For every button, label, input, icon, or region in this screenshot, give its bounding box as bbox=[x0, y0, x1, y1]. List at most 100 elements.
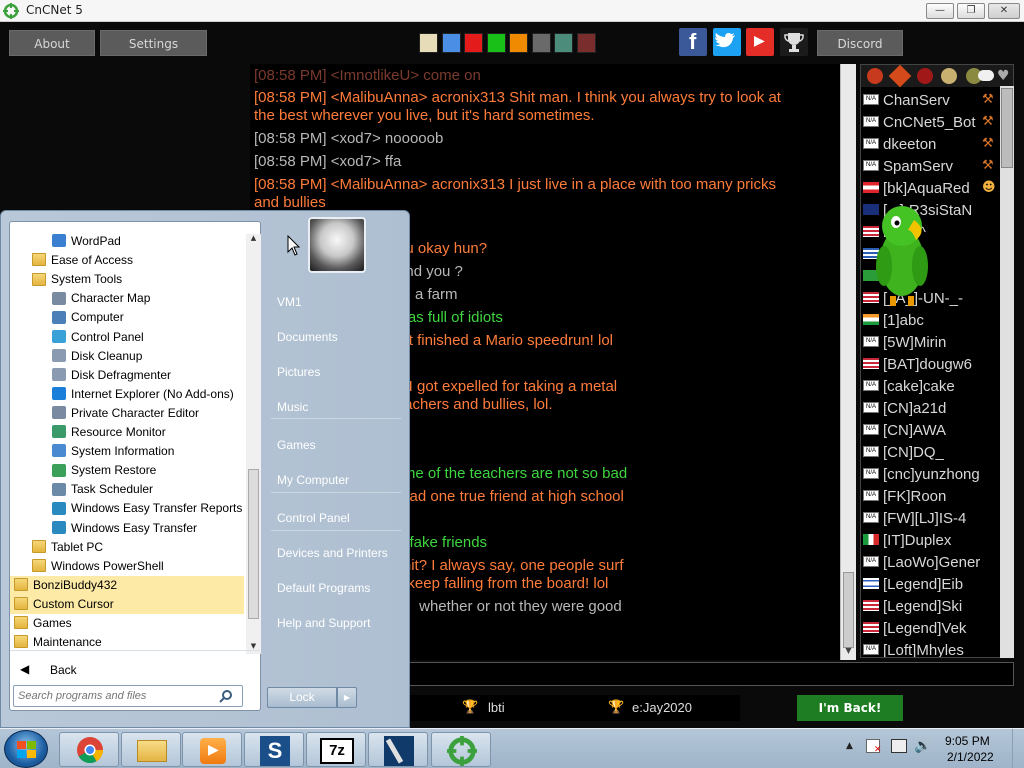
chat-scroll-thumb[interactable] bbox=[843, 572, 854, 648]
back-button[interactable]: Back bbox=[50, 663, 77, 677]
program-item[interactable]: Tablet PC bbox=[32, 538, 244, 557]
taskbar-7zip[interactable]: 7z bbox=[306, 732, 366, 767]
heart-icon[interactable]: ♥ bbox=[997, 68, 1010, 84]
program-item[interactable]: Internet Explorer (No Add-ons) bbox=[52, 385, 244, 404]
filter-ts-icon[interactable] bbox=[888, 65, 912, 88]
program-item[interactable]: WordPad bbox=[52, 232, 244, 251]
start-right-item[interactable]: Pictures bbox=[277, 365, 320, 379]
close-button[interactable]: ✕ bbox=[988, 3, 1020, 19]
about-button[interactable]: About bbox=[9, 30, 95, 56]
lock-options-button[interactable]: ▶ bbox=[337, 687, 357, 708]
user-list-item[interactable]: [IT]Duplex bbox=[863, 530, 989, 552]
program-item[interactable]: Games bbox=[14, 614, 244, 633]
programs-scrollbar[interactable]: ▲ ▼ bbox=[246, 234, 261, 654]
taskbar-s-app[interactable]: S bbox=[244, 732, 304, 767]
clock-time[interactable]: 9:05 PM bbox=[945, 734, 990, 748]
tray-expand-icon[interactable]: ▲ bbox=[846, 741, 853, 751]
twitter-icon[interactable] bbox=[713, 28, 741, 56]
program-item[interactable]: Control Panel bbox=[52, 328, 244, 347]
start-right-item[interactable]: Help and Support bbox=[277, 616, 370, 630]
facebook-icon[interactable]: f bbox=[679, 28, 707, 56]
user-list-item[interactable]: N/A [CN]a21d bbox=[863, 398, 989, 420]
youtube-icon[interactable]: ▶ bbox=[746, 28, 774, 56]
color-swatch[interactable] bbox=[531, 33, 551, 53]
program-item[interactable]: Task Scheduler bbox=[52, 480, 244, 499]
search-input[interactable] bbox=[18, 688, 214, 704]
start-right-item[interactable]: Default Programs bbox=[277, 581, 370, 595]
user-avatar[interactable] bbox=[308, 217, 366, 273]
game-host-2[interactable]: e:Jay2020 bbox=[632, 700, 692, 715]
clock-date[interactable]: 2/1/2022 bbox=[947, 750, 994, 764]
color-swatch[interactable] bbox=[441, 33, 461, 53]
program-item[interactable]: Windows Easy Transfer bbox=[52, 519, 244, 538]
program-item[interactable]: Ease of Access bbox=[32, 251, 244, 270]
filter-yr-icon[interactable] bbox=[917, 68, 933, 84]
filter-dta-icon[interactable] bbox=[941, 68, 957, 84]
user-list-item[interactable]: N/A SpamServ bbox=[863, 156, 989, 178]
taskbar-cncnet[interactable] bbox=[431, 732, 491, 767]
user-list-item[interactable]: [Legend]Vek bbox=[863, 618, 989, 640]
program-item[interactable]: Windows PowerShell bbox=[32, 557, 244, 576]
color-swatch[interactable] bbox=[554, 33, 573, 53]
taskbar-media-player[interactable]: ▶ bbox=[182, 732, 242, 767]
start-button[interactable] bbox=[4, 730, 48, 768]
program-item[interactable]: System Tools bbox=[32, 270, 244, 289]
network-icon[interactable] bbox=[891, 739, 907, 753]
user-list-item[interactable]: N/A [FK]Roon bbox=[863, 486, 989, 508]
user-list-item[interactable]: N/A [CN]AWA bbox=[863, 420, 989, 442]
user-list-item[interactable]: N/A ChanServ bbox=[863, 90, 989, 112]
chat-scrollbar[interactable]: ▼ bbox=[840, 64, 856, 660]
settings-button[interactable]: Settings bbox=[100, 30, 207, 56]
user-list-item[interactable]: [1]abc bbox=[863, 310, 989, 332]
program-item[interactable]: Disk Defragmenter bbox=[52, 366, 244, 385]
user-list-scrollbar[interactable] bbox=[1000, 86, 1014, 658]
color-swatch[interactable] bbox=[419, 33, 438, 53]
start-right-item[interactable]: Music bbox=[277, 400, 308, 414]
user-list-item[interactable]: N/A [Loft]Mhyles bbox=[863, 640, 989, 657]
im-back-button[interactable]: I'm Back! bbox=[797, 695, 903, 721]
action-center-icon[interactable]: ✕ bbox=[866, 739, 882, 755]
programs-scroll-thumb[interactable] bbox=[248, 469, 259, 619]
game-host-1[interactable]: lbti bbox=[488, 700, 505, 715]
maximize-button[interactable]: ❐ bbox=[957, 3, 985, 19]
trophy-icon[interactable] bbox=[780, 28, 808, 56]
search-icon[interactable] bbox=[219, 689, 233, 703]
color-swatch[interactable] bbox=[464, 33, 483, 53]
volume-icon[interactable]: 🔊 bbox=[914, 738, 931, 754]
user-list-item[interactable]: [bk]AquaRed bbox=[863, 178, 989, 200]
program-item[interactable]: Custom Cursor bbox=[10, 594, 244, 614]
chat-scroll-down-icon[interactable]: ▼ bbox=[841, 646, 856, 658]
start-right-item[interactable]: Devices and Printers bbox=[277, 546, 388, 560]
program-item[interactable]: Private Character Editor bbox=[52, 404, 244, 423]
minimize-button[interactable]: — bbox=[926, 3, 954, 19]
color-swatch[interactable] bbox=[576, 33, 596, 53]
program-item[interactable]: System Information bbox=[52, 442, 244, 461]
user-list-item[interactable]: N/A [cake]cake bbox=[863, 376, 989, 398]
program-item[interactable]: Character Map bbox=[52, 289, 244, 308]
user-list-item[interactable]: [BAT]dougw6 bbox=[863, 354, 989, 376]
user-list-scroll-thumb[interactable] bbox=[1001, 88, 1013, 168]
discord-button[interactable]: Discord bbox=[817, 30, 903, 56]
user-list-item[interactable]: [Legend]Ski bbox=[863, 596, 989, 618]
user-list-item[interactable]: [Legend]Eib bbox=[863, 574, 989, 596]
search-box[interactable] bbox=[13, 685, 243, 707]
color-swatch[interactable] bbox=[509, 33, 528, 53]
color-swatch[interactable] bbox=[486, 33, 506, 53]
taskbar-explorer[interactable] bbox=[121, 732, 181, 767]
user-list-item[interactable]: N/A [5W]Mirin bbox=[863, 332, 989, 354]
start-right-item[interactable]: My Computer bbox=[277, 473, 349, 487]
back-arrow-icon[interactable]: ◀ bbox=[20, 662, 29, 676]
start-right-item[interactable]: Games bbox=[277, 438, 316, 452]
start-right-item[interactable]: VM1 bbox=[277, 295, 302, 309]
program-item[interactable]: Windows Easy Transfer Reports bbox=[52, 499, 244, 518]
program-item[interactable]: Computer bbox=[52, 308, 244, 327]
program-item[interactable]: Disk Cleanup bbox=[52, 347, 244, 366]
program-item[interactable]: Maintenance bbox=[14, 633, 244, 652]
programs-scroll-up-icon[interactable]: ▲ bbox=[246, 234, 261, 246]
user-list-item[interactable]: N/A CnCNet5_Bot bbox=[863, 112, 989, 134]
program-item[interactable]: BonziBuddy432 bbox=[10, 575, 244, 595]
user-list-item[interactable]: N/A [CN]DQ_ bbox=[863, 442, 989, 464]
lock-button[interactable]: Lock bbox=[267, 687, 337, 708]
taskbar-editor[interactable] bbox=[368, 732, 428, 767]
program-item[interactable]: Resource Monitor bbox=[52, 423, 244, 442]
